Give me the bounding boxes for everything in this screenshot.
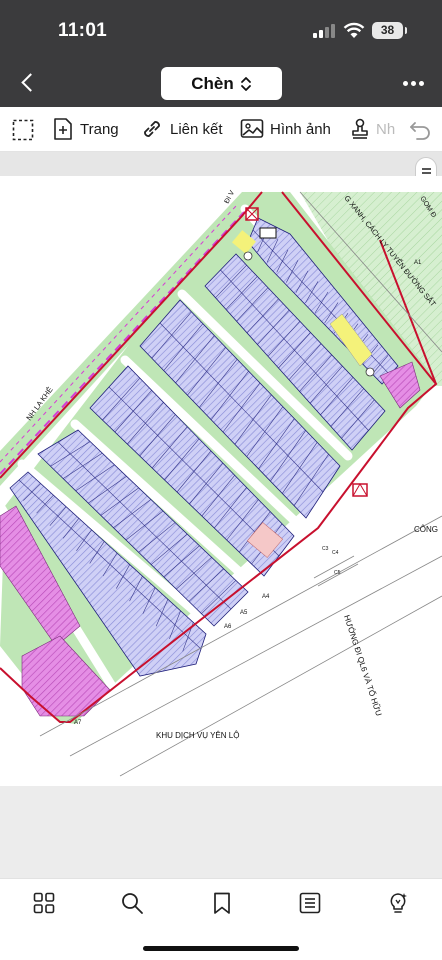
- label-a6: A6: [224, 624, 232, 630]
- top-bar: 11:01 38 Chèn: [0, 0, 442, 107]
- add-page-label: Trang: [80, 120, 119, 138]
- grid-icon[interactable]: [32, 891, 56, 915]
- list-icon[interactable]: [298, 891, 322, 915]
- image-label: Hình ảnh: [270, 120, 331, 138]
- page-gap: [0, 152, 442, 176]
- add-page-icon: [54, 118, 72, 140]
- label-a5: A5: [240, 610, 248, 616]
- planning-map[interactable]: ĐI V G XANH, CÁCH LY TUYẾN ĐƯỜNG SẮT GOM…: [0, 176, 442, 786]
- label-c5: C5: [334, 570, 341, 576]
- page-gap-bottom: [0, 786, 442, 878]
- wifi-icon: [343, 22, 365, 38]
- label-a7: A7: [74, 720, 82, 726]
- label-direction: HƯỚNG ĐI QL6 VÀ TỐ HỮU: [342, 614, 384, 718]
- stamp-icon: [352, 118, 368, 139]
- stamp-label: Nh: [376, 120, 396, 138]
- insert-menu-button[interactable]: Chèn: [161, 67, 282, 100]
- label-c4: C4: [332, 550, 339, 556]
- label-a4: A4: [262, 594, 270, 600]
- undo-icon[interactable]: [408, 119, 432, 141]
- more-icon[interactable]: [403, 81, 425, 86]
- image-icon: [240, 119, 264, 138]
- back-icon[interactable]: [18, 72, 40, 94]
- battery-indicator: 38: [372, 22, 407, 39]
- link-label: Liên kết: [170, 120, 223, 138]
- image-button[interactable]: Hình ảnh: [240, 116, 331, 142]
- insert-toolbar: Trang Liên kết Hình ảnh Nh: [0, 107, 442, 152]
- label-c3: C3: [322, 546, 329, 552]
- parking-icon-top: [243, 251, 253, 261]
- add-page-button[interactable]: Trang: [52, 116, 119, 142]
- ai-bulb-icon[interactable]: [386, 891, 410, 915]
- search-icon[interactable]: [120, 891, 144, 915]
- chevron-updown-icon: [240, 76, 251, 91]
- bookmark-icon[interactable]: [210, 891, 234, 915]
- document-page: ĐI V G XANH, CÁCH LY TUYẾN ĐƯỜNG SẮT GOM…: [0, 176, 442, 786]
- marker-mid: [352, 483, 368, 497]
- insert-menu-label: Chèn: [191, 73, 234, 93]
- label-bottom-service: KHU DỊCH VỤ YÊN LỘ: [156, 731, 239, 740]
- parking-icon-right: [365, 367, 375, 377]
- cellular-signal-icon: [313, 24, 335, 38]
- label-a1: A1: [414, 260, 422, 266]
- transformer-symbol: [259, 227, 277, 239]
- home-indicator: [143, 946, 299, 951]
- select-area-icon[interactable]: [12, 119, 34, 141]
- label-cong: CÔNG: [414, 525, 438, 534]
- link-button[interactable]: Liên kết: [140, 116, 223, 142]
- status-time: 11:01: [58, 20, 108, 41]
- stamp-button[interactable]: Nh: [350, 116, 395, 142]
- link-icon: [144, 121, 160, 137]
